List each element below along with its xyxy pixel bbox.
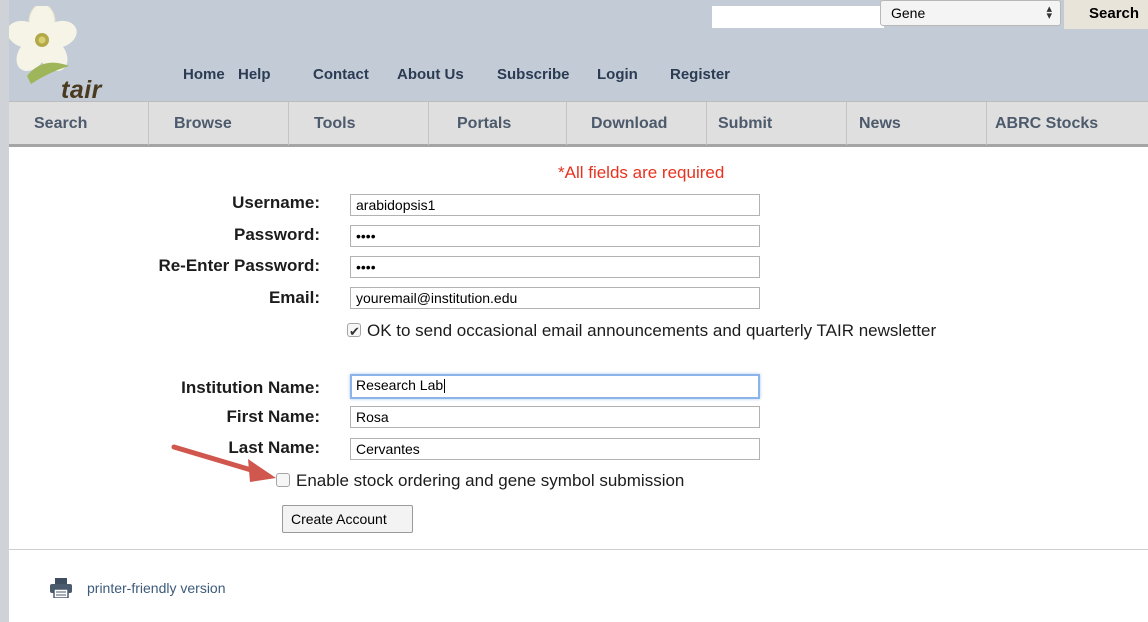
nav-submit[interactable]: Submit <box>707 102 847 145</box>
top-nav-help[interactable]: Help <box>238 66 271 83</box>
site-header: tair Gene ▴ ▾ Search Home Help Contact Ab… <box>9 0 1148 104</box>
nav-news[interactable]: News <box>847 102 987 145</box>
search-type-select[interactable]: Gene ▴ ▾ <box>880 0 1061 26</box>
annotation-arrow-icon <box>171 444 276 482</box>
stock-ordering-checkbox[interactable] <box>276 473 290 487</box>
printer-icon[interactable] <box>50 578 72 598</box>
nav-abrc-stocks[interactable]: ABRC Stocks <box>987 102 1148 145</box>
top-nav-about-us[interactable]: About Us <box>397 66 464 83</box>
quick-search-input[interactable] <box>712 6 884 28</box>
email-input[interactable]: youremail@institution.edu <box>350 287 760 309</box>
password-label: Password: <box>234 225 320 244</box>
stock-ordering-text: Enable stock ordering and gene symbol su… <box>296 471 685 490</box>
nav-download[interactable]: Download <box>567 102 707 145</box>
logo-text: tair <box>61 76 102 104</box>
newsletter-text: OK to send occasional email announcement… <box>367 321 937 340</box>
last-name-input[interactable]: Cervantes <box>350 438 760 460</box>
institution-name-label: Institution Name: <box>181 378 320 397</box>
top-nav-contact[interactable]: Contact <box>313 66 369 83</box>
top-nav-register[interactable]: Register <box>670 66 730 83</box>
create-account-button[interactable]: Create Account <box>282 505 413 533</box>
first-name-input[interactable]: Rosa <box>350 406 760 428</box>
top-nav-home[interactable]: Home <box>183 66 225 83</box>
search-type-selected-value: Gene <box>891 5 926 21</box>
password-input[interactable]: •••• <box>350 225 760 247</box>
nav-search[interactable]: Search <box>9 102 149 145</box>
reenter-password-label: Re-Enter Password: <box>158 256 320 275</box>
email-label: Email: <box>268 288 320 307</box>
nav-tools[interactable]: Tools <box>289 102 429 145</box>
left-border <box>0 0 9 622</box>
text-caret <box>444 379 446 394</box>
newsletter-option: OK to send occasional email announcement… <box>347 319 967 343</box>
nav-browse[interactable]: Browse <box>149 102 289 145</box>
username-label: Username: <box>232 193 320 212</box>
reenter-password-input[interactable]: •••• <box>350 256 760 278</box>
required-fields-note: *All fields are required <box>558 163 725 182</box>
nav-portals[interactable]: Portals <box>429 102 567 145</box>
top-nav-subscribe[interactable]: Subscribe <box>497 66 570 83</box>
top-nav-login[interactable]: Login <box>597 66 638 83</box>
institution-name-input[interactable]: Research Lab <box>350 374 760 399</box>
newsletter-checkbox[interactable] <box>347 320 361 343</box>
first-name-label: First Name: <box>226 407 320 426</box>
search-button[interactable]: Search <box>1064 0 1148 29</box>
institution-name-value: Research Lab <box>356 377 444 393</box>
printer-friendly-link[interactable]: printer-friendly version <box>87 580 226 596</box>
main-navigation: Search Browse Tools Portals Download Sub… <box>9 101 1148 147</box>
select-arrows-icon: ▴ ▾ <box>1046 3 1052 22</box>
footer-divider <box>9 549 1148 550</box>
username-input[interactable]: arabidopsis1 <box>350 194 760 216</box>
stock-ordering-option: Enable stock ordering and gene symbol su… <box>276 471 684 491</box>
